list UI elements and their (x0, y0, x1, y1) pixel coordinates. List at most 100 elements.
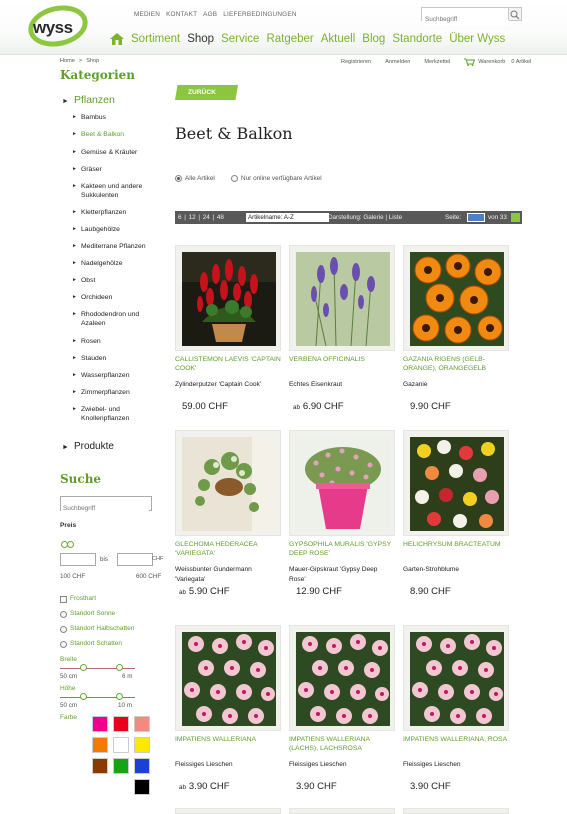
nav-standorte[interactable]: Standorte (392, 33, 442, 45)
search-button[interactable] (508, 8, 521, 20)
subcategory-item[interactable]: ► Kakteen und andere Sukkulenten (72, 182, 162, 200)
page-label: Seite: (445, 214, 462, 221)
product-name[interactable]: GAZANIA RIGENS (GELB-ORANGE), ORANGEGELB (403, 355, 509, 373)
nav-shop[interactable]: Shop (187, 33, 214, 45)
nav-sortiment[interactable]: Sortiment (131, 33, 180, 45)
filter-all-option[interactable]: Alle Artikel (175, 175, 215, 182)
standort-sonne-radio[interactable] (60, 611, 67, 618)
color-swatch[interactable] (113, 737, 129, 753)
subcategory-item[interactable]: ► Kletterpflanzen (72, 208, 162, 217)
standort-schatten-radio[interactable] (60, 641, 67, 648)
subcategory-item[interactable]: ► Rhododendron und Azaleen (72, 310, 162, 328)
topnav-lieferbedingungen[interactable]: LIEFERBEDINGUNGEN (223, 11, 296, 18)
product-name[interactable]: IMPATIENS WALLERIANA, ROSA (403, 735, 509, 744)
color-swatch[interactable] (92, 716, 108, 732)
filter-online-option[interactable]: Nur online verfügbare Artikel (231, 175, 322, 182)
subcategory-label: Wasserpflanzen (81, 372, 130, 379)
hoehe-slider-min-handle[interactable] (80, 693, 87, 700)
breite-slider-track (60, 668, 135, 669)
color-swatch[interactable] (134, 779, 150, 795)
breadcrumb-shop[interactable]: Shop (86, 58, 99, 64)
price-prefix: ab (179, 784, 186, 791)
topnav-agb[interactable]: AGB (203, 11, 217, 18)
frosthart-checkbox[interactable] (60, 596, 67, 603)
product-name[interactable]: CALLISTEMON LAEVIS 'CAPTAIN COOK' (175, 355, 281, 373)
header-search-input[interactable] (422, 13, 509, 26)
product-name[interactable]: IMPATIENS WALLERIANA (LACHS), LACHSROSA (289, 735, 395, 753)
color-swatch[interactable] (134, 758, 150, 774)
category-produkte[interactable]: ► Produkte (62, 441, 114, 452)
subcategory-item-active[interactable]: ► Beet & Balkon (72, 130, 162, 139)
header-search (421, 7, 522, 26)
product-name[interactable]: IMPATIENS WALLERIANA (175, 735, 281, 744)
category-pflanzen[interactable]: ► Pflanzen (62, 94, 115, 106)
wyss-logo[interactable]: wyss (24, 0, 92, 52)
topnav-medien[interactable]: MEDIEN (134, 11, 160, 18)
subcategory-item[interactable]: ► Gemüse & Kräuter (72, 148, 162, 157)
account-links: Registrieren Anmelden Merkzettel Warenko… (341, 58, 531, 66)
breadcrumb: Home > Shop (60, 58, 99, 64)
color-swatch[interactable] (92, 737, 108, 753)
arrow-icon: ► (72, 277, 77, 283)
filter-all-radio[interactable] (175, 175, 182, 182)
subcategory-label: Orchideen (81, 294, 113, 301)
product-card-partial[interactable] (403, 808, 509, 814)
nav-service[interactable]: Service (221, 33, 259, 45)
color-swatch[interactable] (92, 758, 108, 774)
sort-select[interactable]: Artikelname: A-Z (246, 213, 329, 222)
search-icon (510, 10, 520, 20)
breadcrumb-home[interactable]: Home (60, 58, 75, 64)
subcategory-item[interactable]: ► Bambus (72, 113, 162, 122)
color-swatch[interactable] (134, 716, 150, 732)
cart-link[interactable]: Warenkorb (464, 58, 505, 66)
nav-aktuell[interactable]: Aktuell (321, 33, 356, 45)
price-max-input[interactable] (117, 553, 153, 566)
subcategory-item[interactable]: ► Zimmerpflanzen (72, 388, 162, 397)
next-page-button[interactable] (511, 213, 520, 222)
hoehe-slider-max-handle[interactable] (116, 693, 123, 700)
product-card-partial[interactable] (175, 808, 281, 814)
subcategory-item[interactable]: ► Stauden (72, 354, 162, 363)
register-link[interactable]: Registrieren (341, 59, 371, 65)
price-unit-label: CHF (152, 556, 164, 562)
subcategory-item[interactable]: ► Rosen (72, 337, 162, 346)
sidebar-search-input[interactable] (61, 502, 149, 515)
back-button[interactable]: ZURÜCK (175, 85, 238, 100)
subcategory-item[interactable]: ► Mediterrane Pflanzen (72, 242, 162, 251)
price-min-input[interactable] (60, 553, 96, 566)
nav-ueber-wyss[interactable]: Über Wyss (449, 33, 505, 45)
product-card-partial[interactable] (289, 808, 395, 814)
breite-slider-max-handle[interactable] (116, 664, 123, 671)
product-image-glechoma (182, 437, 276, 531)
color-swatch[interactable] (113, 758, 129, 774)
product-name[interactable]: GLECHOMA HEDERACEA 'VARIEGATA' (175, 540, 281, 558)
color-swatch[interactable] (134, 737, 150, 753)
logo-text: wyss (33, 18, 73, 37)
subcategory-item[interactable]: ► Zwiebel- und Knollenpflanzen (72, 405, 162, 423)
topnav-kontakt[interactable]: KONTAKT (166, 11, 197, 18)
price-slider-max-handle[interactable] (67, 541, 74, 548)
product-name[interactable]: VERBENA OFFICINALIS (289, 355, 395, 364)
nav-ratgeber[interactable]: Ratgeber (266, 33, 313, 45)
breite-slider-min-handle[interactable] (80, 664, 87, 671)
page-select[interactable] (467, 213, 485, 222)
subcategory-item[interactable]: ► Gräser (72, 165, 162, 174)
subcategory-item[interactable]: ► Nadelgehölze (72, 259, 162, 268)
items-per-page-options[interactable]: 6 | 12 | 24 | 48 (178, 211, 224, 224)
filter-online-radio[interactable] (231, 175, 238, 182)
wishlist-link[interactable]: Merkzettel (424, 59, 450, 65)
color-swatch[interactable] (113, 716, 129, 732)
arrow-icon: ► (72, 166, 77, 172)
login-link[interactable]: Anmelden (385, 59, 410, 65)
product-name[interactable]: HELICHRYSUM BRACTEATUM (403, 540, 509, 549)
subcategory-item[interactable]: ► Orchideen (72, 293, 162, 302)
subcategory-item[interactable]: ► Wasserpflanzen (72, 371, 162, 380)
product-image-impatiens-rosa (410, 632, 504, 726)
subcategory-item[interactable]: ► Laubgehölze (72, 225, 162, 234)
standort-halbschatten-radio[interactable] (60, 626, 67, 633)
product-name[interactable]: GYPSOPHILA MURALIS 'GYPSY DEEP ROSE' (289, 540, 395, 558)
view-mode-links[interactable]: Darstellung: Galerie | Liste (328, 211, 402, 224)
home-icon[interactable] (110, 33, 124, 45)
nav-blog[interactable]: Blog (362, 33, 385, 45)
subcategory-item[interactable]: ► Obst (72, 276, 162, 285)
